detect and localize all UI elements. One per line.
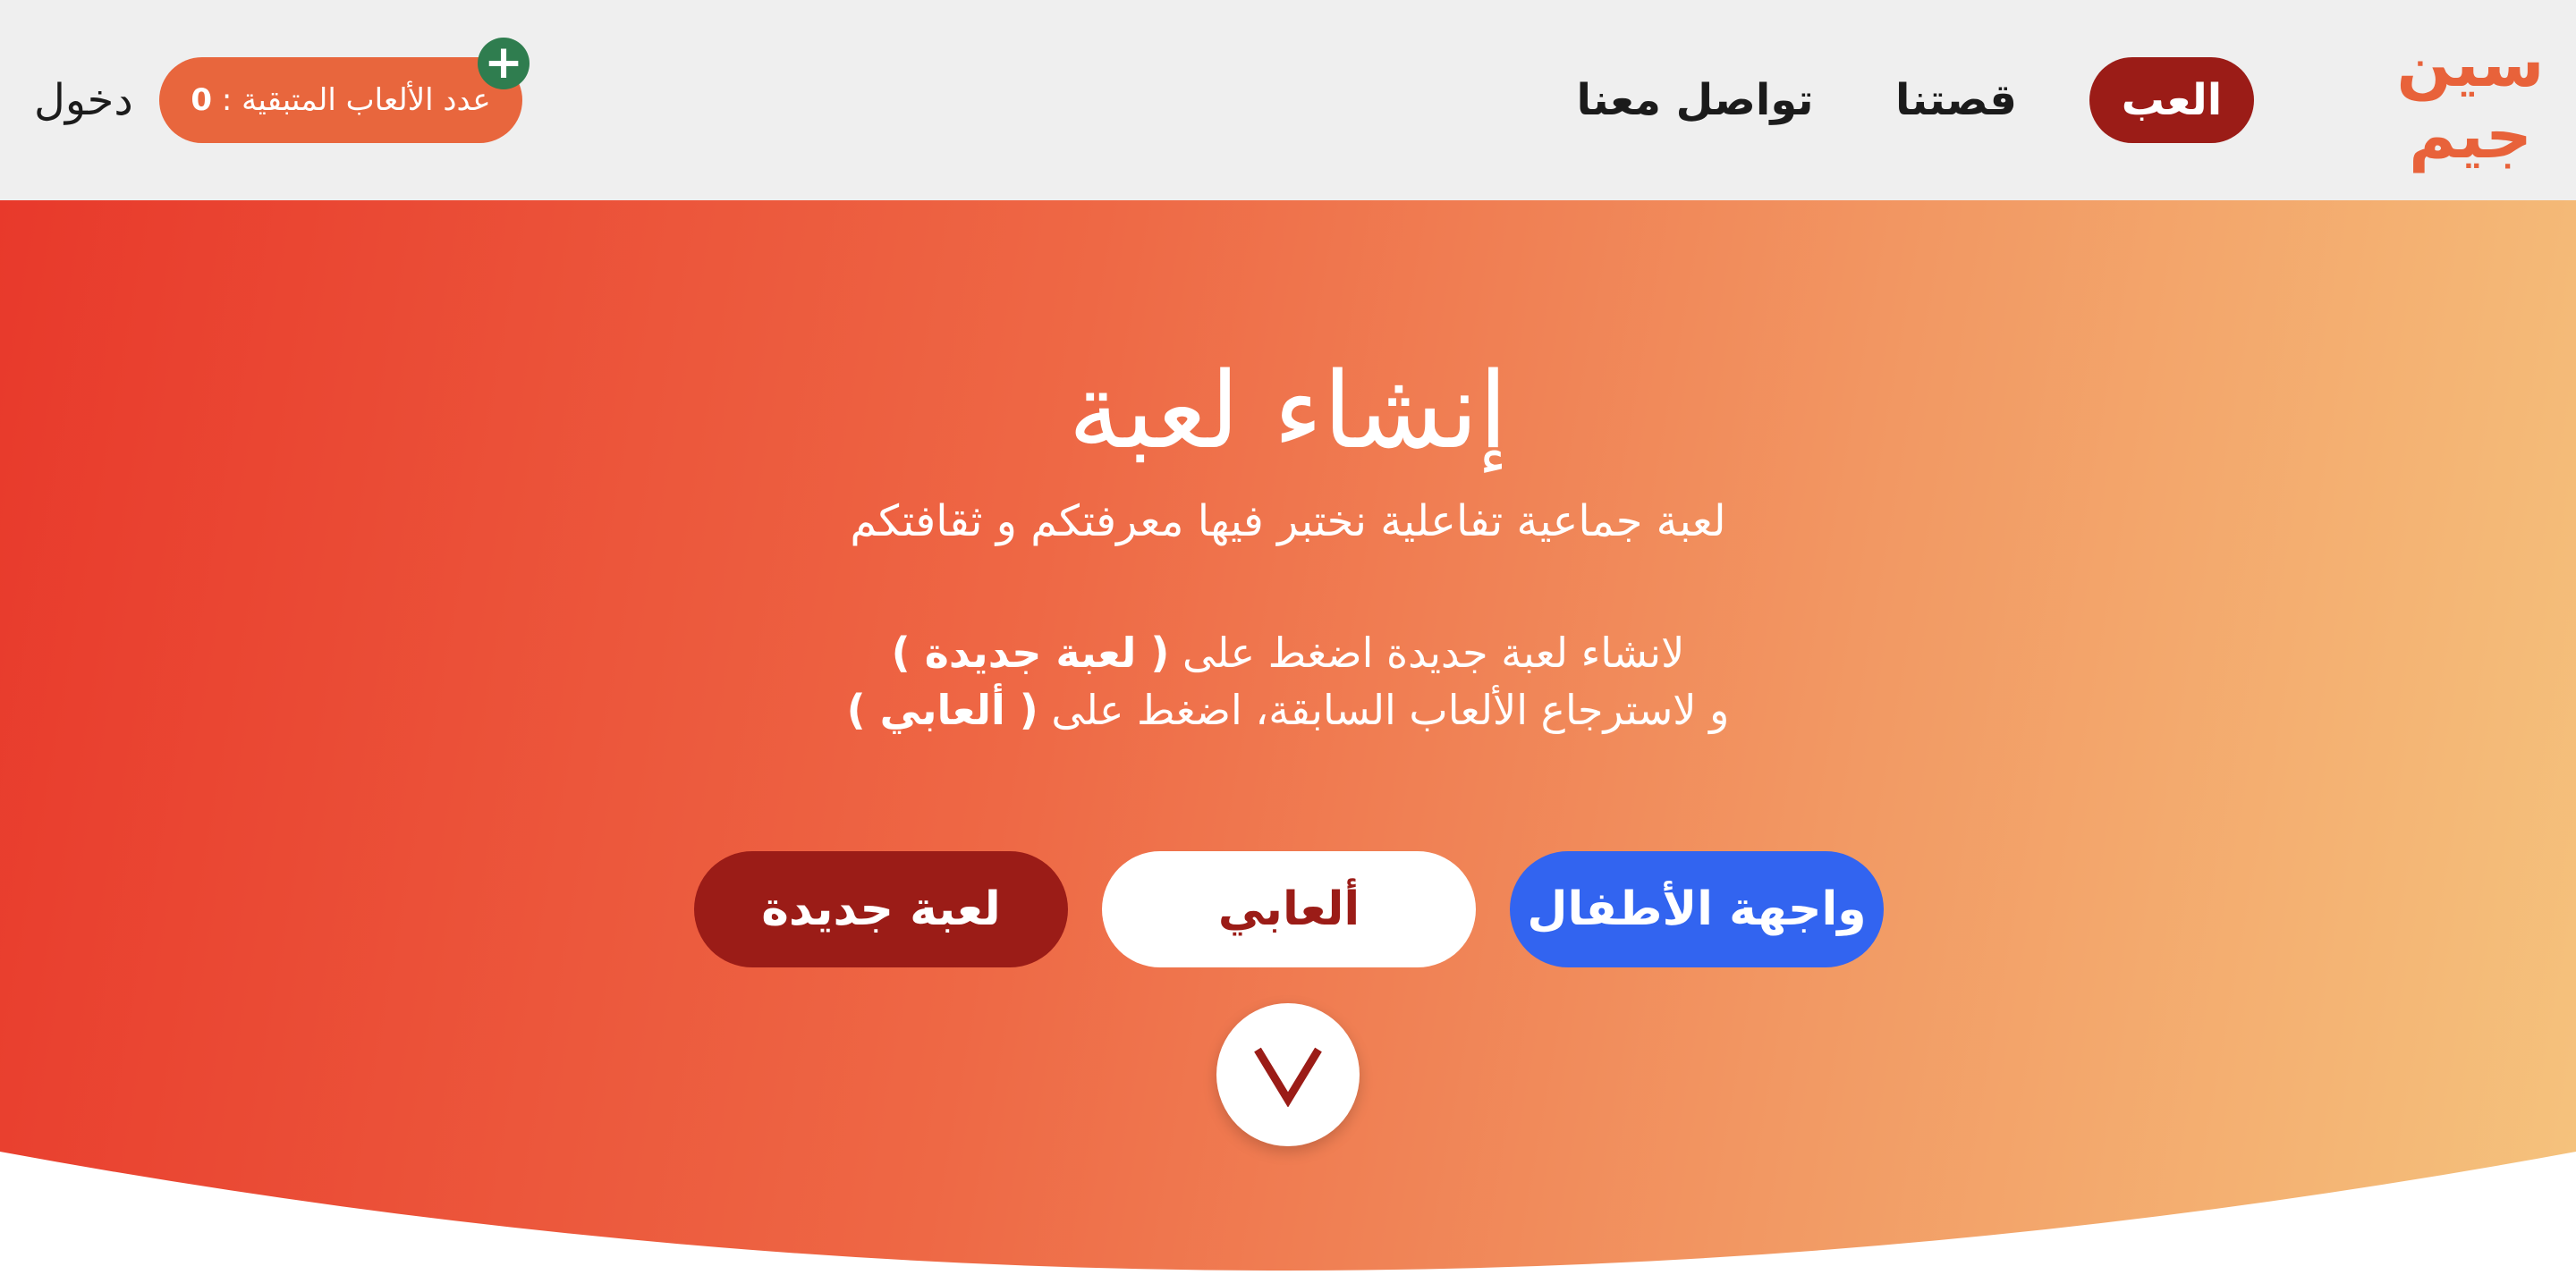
instruction-my-games: و لاسترجاع الألعاب السابقة، اضغط على ( أ…	[0, 681, 2576, 739]
chevron-down-icon	[1254, 1047, 1322, 1107]
logo[interactable]: سين جيم	[2390, 23, 2551, 175]
top-navbar: سين جيم العب قصتنا تواصل معنا عدد الألعا…	[0, 0, 2576, 200]
nav-contact-us[interactable]: تواصل معنا	[1565, 57, 1825, 143]
nav-our-story[interactable]: قصتنا	[1889, 57, 2023, 143]
my-games-button[interactable]: ألعابي	[1102, 851, 1476, 967]
instruction-new-game-bold: ( لعبة جديدة )	[891, 629, 1170, 677]
instruction-my-games-text: و لاسترجاع الألعاب السابقة، اضغط على	[1051, 686, 1730, 734]
logo-line-2: جيم	[2409, 97, 2534, 173]
remaining-games-label: عدد الألعاب المتبقية :	[221, 82, 491, 118]
instruction-new-game-text: لانشاء لعبة جديدة اضغط على	[1182, 629, 1685, 677]
plus-icon[interactable]: +	[478, 38, 530, 89]
instruction-my-games-bold: ( ألعابي )	[846, 686, 1038, 734]
hero-subtitle: لعبة جماعية تفاعلية نختبر فيها معرفتكم و…	[850, 496, 1726, 546]
scroll-down-button[interactable]	[1216, 1003, 1360, 1146]
page-title: إنشاء لعبة	[1068, 349, 1508, 472]
login-link[interactable]: دخول	[34, 64, 133, 136]
instruction-new-game: لانشاء لعبة جديدة اضغط على ( لعبة جديدة …	[0, 624, 2576, 681]
nav-play[interactable]: العب	[2089, 57, 2254, 143]
remaining-games-badge[interactable]: عدد الألعاب المتبقية : 0	[159, 57, 522, 143]
logo-line-1: سين	[2396, 26, 2546, 101]
remaining-games-count: 0	[191, 82, 213, 118]
kids-interface-button[interactable]: واجهة الأطفال	[1510, 851, 1884, 967]
hero-section: إنشاء لعبة لعبة جماعية تفاعلية نختبر فيه…	[0, 200, 2576, 1275]
new-game-button[interactable]: لعبة جديدة	[694, 851, 1068, 967]
